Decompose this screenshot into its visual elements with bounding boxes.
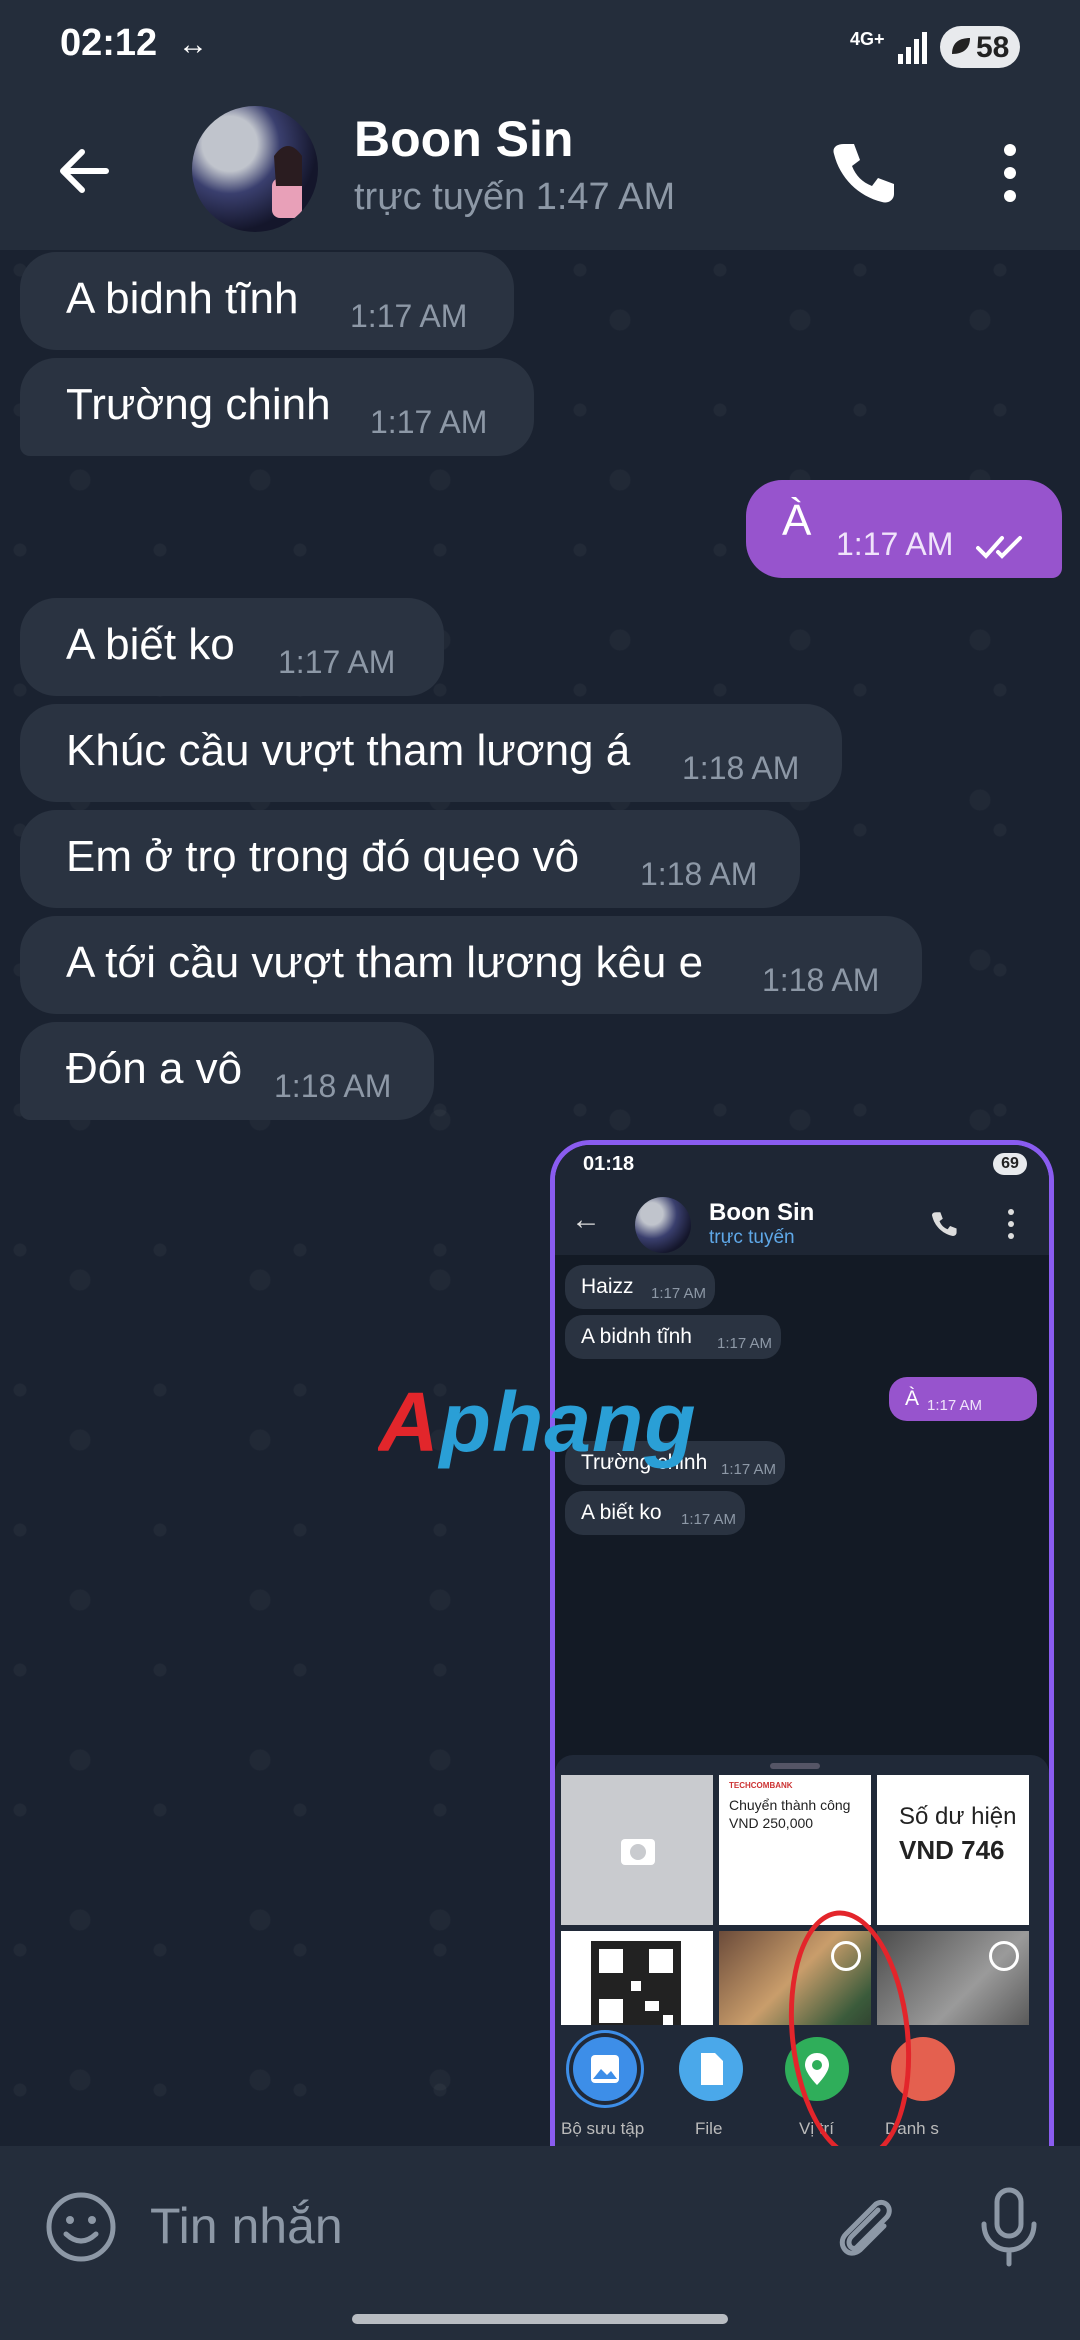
image-message-time: 1:17 AM [651, 1285, 707, 1302]
image-avatar [635, 1197, 691, 1253]
chat-header: Boon Sin trực tuyến 1:47 AM [0, 96, 1080, 250]
image-gallery-tile: Số dư hiện VND 746 [877, 1775, 1029, 1925]
image-gallery-button [573, 2037, 637, 2101]
message-time: 1:17 AM [836, 526, 954, 562]
image-status-time: 01:18 [583, 1153, 635, 1175]
message-text: Trường chinh [66, 380, 331, 429]
avatar[interactable] [192, 106, 318, 232]
chat-title[interactable]: Boon Sin [354, 110, 573, 168]
battery-saver-icon [952, 38, 970, 54]
status-bar: 02:12 ↔ 4G+ 58 [0, 0, 1080, 96]
home-indicator[interactable] [352, 2314, 728, 2324]
battery-indicator: 58 [940, 26, 1020, 68]
message-time: 1:18 AM [682, 750, 800, 786]
image-more-icon [1008, 1209, 1014, 1239]
data-sync-icon: ↔ [178, 28, 208, 61]
message-bubble[interactable]: Em ở trọ trong đó quẹo vô 1:18 AM [20, 810, 800, 908]
image-file-button [679, 2037, 743, 2101]
image-message-time: 1:17 AM [721, 1461, 777, 1478]
message-bubble-outgoing[interactable]: À 1:17 AM [746, 480, 1062, 578]
message-bubble[interactable]: Trường chinh 1:17 AM [20, 358, 534, 456]
image-balance-amount: VND 746 [899, 1835, 1005, 1865]
image-battery: 69 [993, 1153, 1027, 1175]
message-composer [0, 2146, 1080, 2340]
emoji-icon[interactable] [42, 2188, 120, 2266]
message-text: A tới cầu vượt tham lương kêu e [66, 938, 704, 987]
image-message-text: A bidnh tĩnh [581, 1325, 692, 1348]
image-attach-label: File [695, 2119, 723, 2138]
microphone-icon[interactable] [970, 2184, 1048, 2270]
message-input[interactable] [148, 2190, 792, 2262]
more-options-icon[interactable] [980, 136, 1040, 210]
image-file-icon [701, 2053, 723, 2085]
image-camera-tile [561, 1775, 713, 1925]
message-text: A biết ko [66, 620, 235, 669]
message-bubble[interactable]: A bidnh tĩnh 1:17 AM [20, 252, 514, 350]
image-camera-icon [621, 1839, 655, 1865]
double-check-icon [976, 536, 1022, 559]
image-balance-line: Số dư hiện [899, 1803, 1017, 1830]
image-chat-status: trực tuyến [709, 1227, 795, 1248]
image-message: A biết ko 1:17 AM [565, 1491, 745, 1535]
message-bubble[interactable]: Đón a vô 1:18 AM [20, 1022, 434, 1120]
message-time: 1:17 AM [350, 298, 468, 334]
image-gallery-icon [591, 2055, 619, 2083]
message-time: 1:17 AM [370, 404, 488, 440]
image-doc-amount: VND 250,000 [729, 1815, 814, 1831]
message-bubble[interactable]: A biết ko 1:17 AM [20, 598, 444, 696]
image-message-text: A biết ko [581, 1501, 662, 1524]
message-bubble[interactable]: Khúc cầu vượt tham lương á 1:18 AM [20, 704, 842, 802]
message-time: 1:18 AM [274, 1068, 392, 1104]
message-time: 1:18 AM [762, 962, 880, 998]
chat-status: trực tuyến 1:47 AM [354, 176, 676, 218]
message-text: A bidnh tĩnh [66, 274, 299, 323]
paperclip-icon[interactable] [826, 2188, 906, 2268]
message-text: À [782, 496, 812, 545]
image-message-text: À [905, 1387, 920, 1410]
message-list[interactable]: A bidnh tĩnh 1:17 AM Trường chinh 1:17 A… [0, 250, 1080, 2146]
message-time: 1:17 AM [278, 644, 396, 680]
image-message-text: Haizz [581, 1275, 634, 1298]
image-message-time: 1:17 AM [681, 1511, 737, 1528]
image-sheet-handle [770, 1763, 820, 1769]
status-time: 02:12 [60, 22, 158, 64]
watermark-logo: Aphang [378, 1375, 697, 1469]
message-bubble[interactable]: A tới cầu vượt tham lương kêu e 1:18 AM [20, 916, 922, 1014]
message-text: Em ở trọ trong đó quẹo vô [66, 832, 580, 881]
signal-icon [898, 32, 927, 64]
image-back-arrow-icon: ← [571, 1203, 601, 1236]
avatar-figure [272, 146, 302, 218]
message-text: Khúc cầu vượt tham lương á [66, 726, 631, 775]
image-chat-header: ← Boon Sin trực tuyến [555, 1185, 1049, 1255]
image-gallery-tile: TECHCOMBANK Chuyển thành công VND 250,00… [719, 1775, 871, 1925]
image-message-time: 1:17 AM [717, 1335, 773, 1352]
back-arrow-icon[interactable] [50, 136, 120, 206]
battery-level: 58 [976, 31, 1010, 64]
message-time: 1:18 AM [640, 856, 758, 892]
message-text: Đón a vô [66, 1044, 243, 1093]
phone-icon[interactable] [826, 136, 900, 210]
image-message: Haizz 1:17 AM [565, 1265, 715, 1309]
image-message-outgoing: À 1:17 AM [889, 1377, 1037, 1421]
image-doc-bank: TECHCOMBANK [729, 1781, 793, 1790]
image-status-bar: 01:18 69 [555, 1145, 1049, 1185]
image-message-time: 1:17 AM [927, 1397, 983, 1414]
image-message: A bidnh tĩnh 1:17 AM [565, 1315, 781, 1359]
image-phone-icon [932, 1212, 957, 1236]
image-attach-label: Bộ sưu tập [561, 2119, 645, 2138]
image-chat-title: Boon Sin [709, 1199, 815, 1226]
network-type: 4G+ [850, 29, 885, 49]
image-doc-line: Chuyển thành công [729, 1797, 851, 1813]
